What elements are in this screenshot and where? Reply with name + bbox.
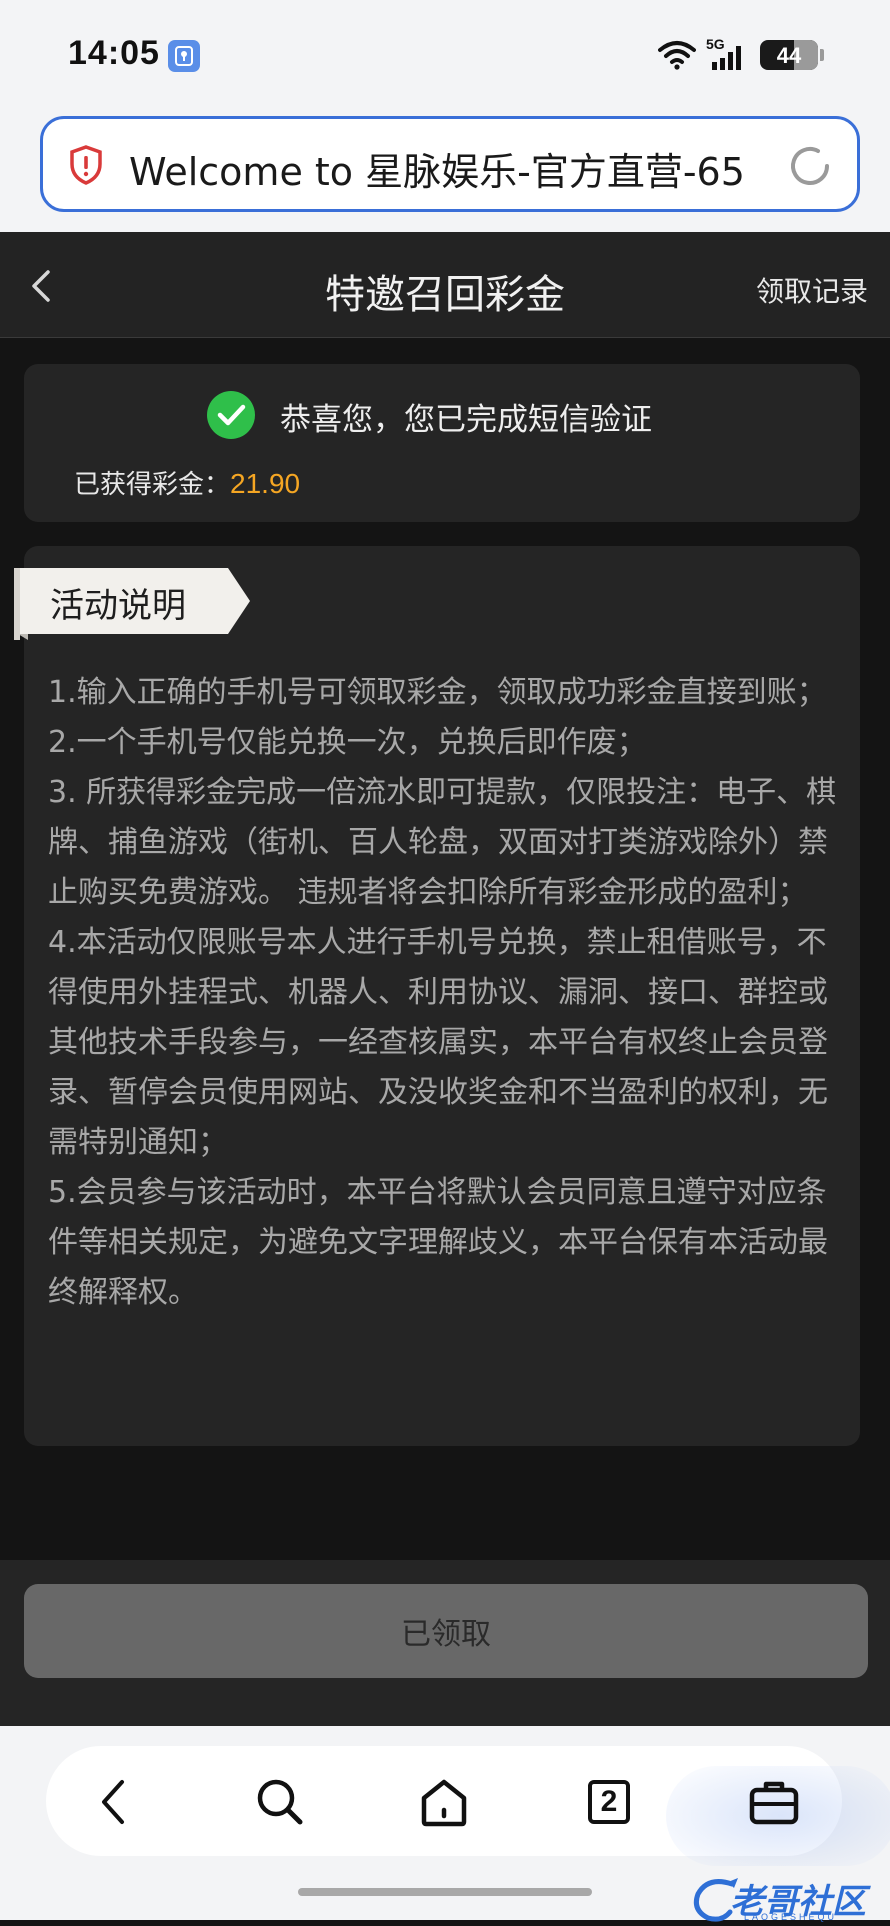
bonus-line: 已获得彩金：21.90 (74, 464, 300, 501)
browser-address-area: Welcome to 星脉娱乐-官方直营-65 (0, 112, 890, 232)
status-icons: 5G 44 (658, 36, 824, 72)
rule-item: 5.会员参与该活动时，本平台将默认会员同意且遵守对应条件等相关规定，为避免文字理… (48, 1175, 828, 1310)
watermark-logo: 老哥社区 LAOGESHEQU (690, 1876, 890, 1926)
loading-spinner-icon[interactable] (787, 143, 833, 189)
bonus-value: 21.90 (230, 468, 301, 499)
wifi-icon (658, 41, 696, 70)
battery-icon: 44 (760, 40, 818, 70)
chevron-left-icon (102, 1780, 124, 1824)
rule-item: 1.输入正确的手机号可领取彩金，领取成功彩金直接到账； (48, 675, 827, 710)
rule-item: 3. 所获得彩金完成一倍流水即可提款，仅限投注：电子、棋牌、捕鱼游戏（街机、百人… (48, 775, 837, 910)
verification-card: 恭喜您，您已完成短信验证 已获得彩金：21.90 (24, 364, 860, 522)
verification-message: 恭喜您，您已完成短信验证 (280, 402, 652, 438)
claim-records-link[interactable]: 领取记录 (756, 270, 868, 310)
status-time: 14:05 (68, 34, 160, 72)
battery-level: 44 (776, 43, 802, 68)
app-notification-icon (168, 40, 200, 72)
check-circle-icon (207, 391, 255, 439)
url-text[interactable]: Welcome to 星脉娱乐-官方直营-65 (129, 141, 809, 196)
cellular-signal-icon: 5G (706, 36, 750, 72)
security-warning-icon[interactable] (69, 145, 103, 185)
browser-tabs-button[interactable]: 2 (580, 1774, 636, 1830)
bonus-label: 已获得彩金： (74, 470, 231, 500)
rules-tag-label: 活动说明 (50, 586, 186, 626)
footer-bar: 已领取 (0, 1560, 890, 1726)
briefcase-icon (749, 1781, 799, 1825)
browser-toolbar: 2 (46, 1746, 890, 1866)
browser-back-button[interactable] (88, 1774, 144, 1830)
address-bar[interactable]: Welcome to 星脉娱乐-官方直营-65 (40, 116, 860, 212)
watermark-subtext: LAOGESHEQU (744, 1912, 838, 1922)
main-content: 恭喜您，您已完成短信验证 已获得彩金：21.90 活动说明 1.输入正确的手机号… (0, 338, 890, 1560)
rule-item: 2.一个手机号仅能兑换一次，兑换后即作废； (48, 725, 647, 760)
rules-card: 活动说明 1.输入正确的手机号可领取彩金，领取成功彩金直接到账； 2.一个手机号… (14, 546, 860, 1446)
home-icon (421, 1779, 467, 1827)
rules-list: 1.输入正确的手机号可领取彩金，领取成功彩金直接到账； 2.一个手机号仅能兑换一… (48, 668, 848, 1318)
status-bar: 14:05 5G 44 (0, 0, 890, 112)
page-header: 特邀召回彩金 领取记录 (0, 232, 890, 338)
rule-item: 4.本活动仅限账号本人进行手机号兑换，禁止租借账号，不得使用外挂程式、机器人、利… (48, 925, 828, 1160)
tab-count: 2 (588, 1780, 630, 1824)
claimed-button[interactable]: 已领取 (24, 1584, 868, 1678)
browser-search-button[interactable] (252, 1774, 308, 1830)
battery-tip (820, 49, 824, 61)
home-indicator[interactable] (298, 1888, 592, 1896)
search-icon (257, 1779, 303, 1825)
rules-tag: 活动说明 (14, 568, 250, 640)
browser-home-button[interactable] (416, 1774, 472, 1830)
browser-toolbox-button[interactable] (746, 1774, 802, 1830)
